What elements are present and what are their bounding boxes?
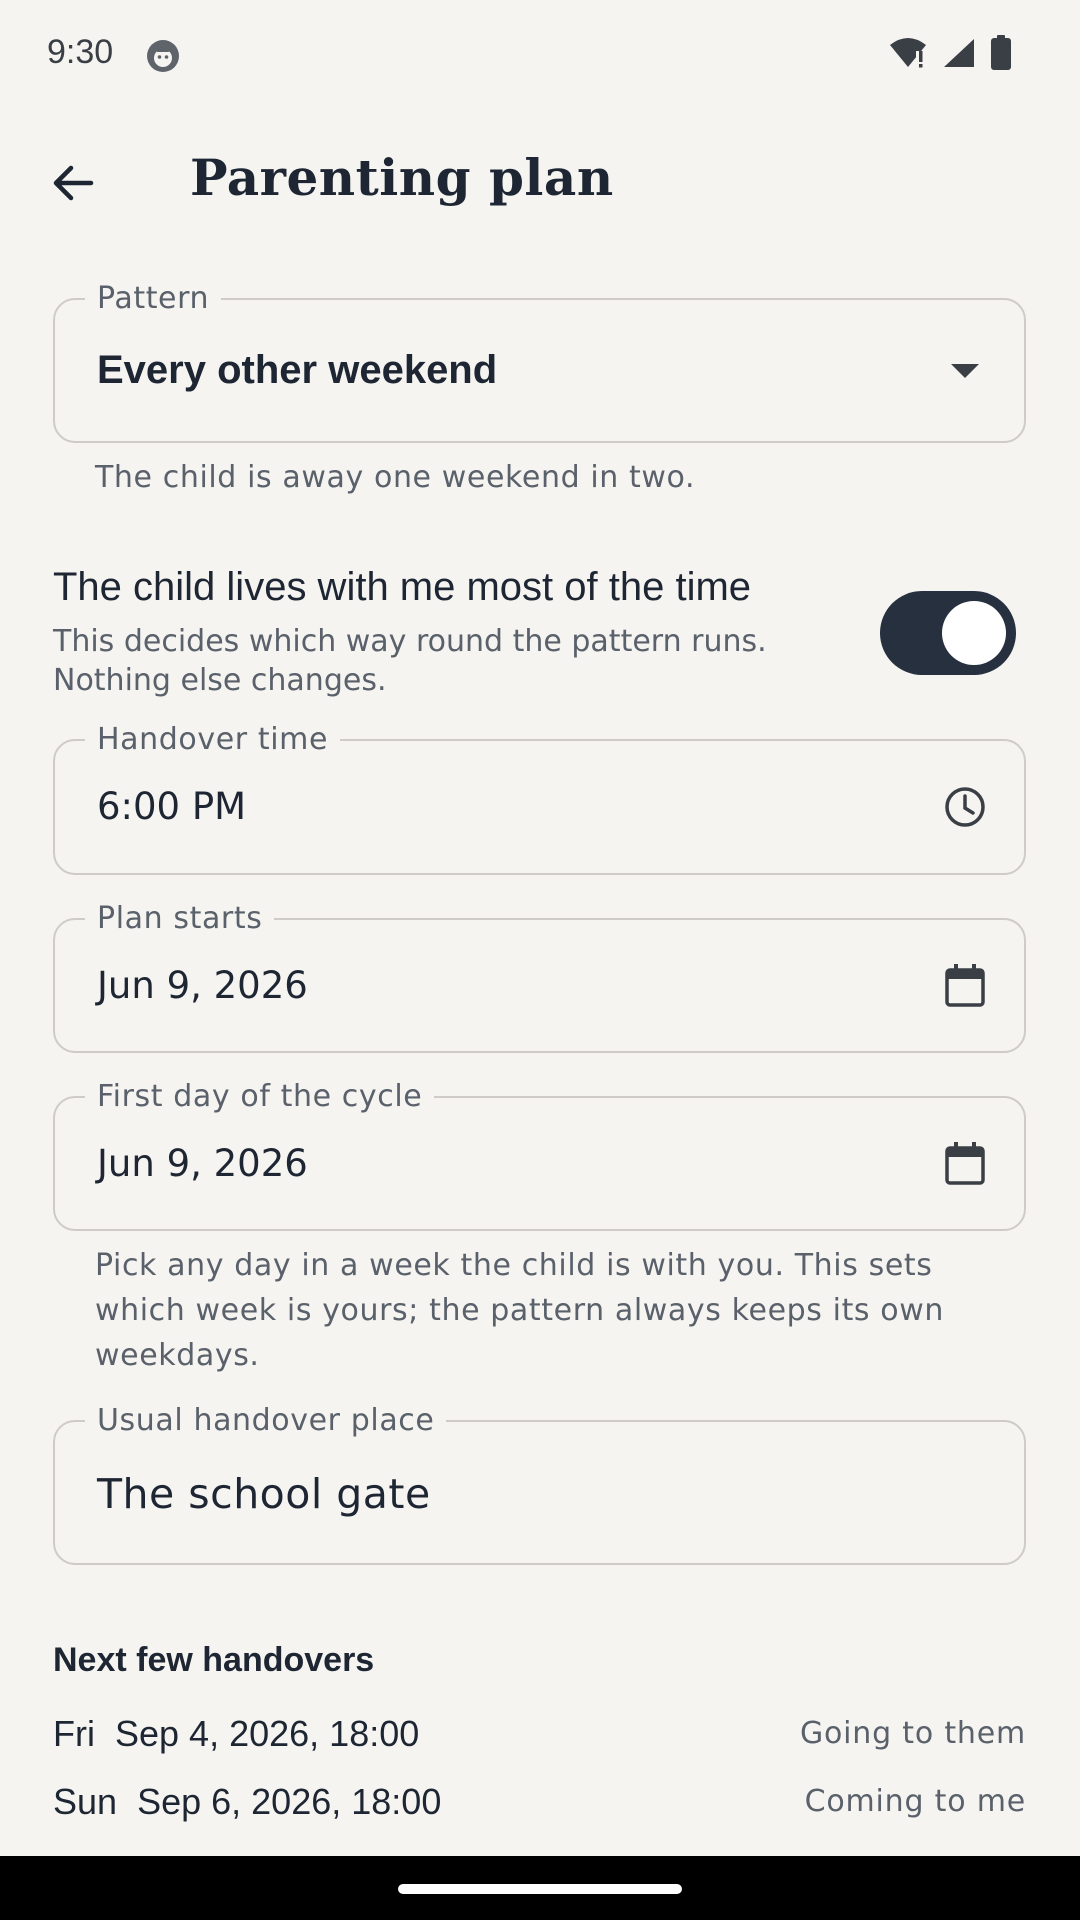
handover-datetime: Sep 6, 2026, 18:00 [137, 1781, 442, 1822]
handover-time-field[interactable]: Handover time 6:00 PM [53, 722, 1026, 875]
main-carer-setting: The child lives with me most of the time… [53, 565, 1026, 705]
cycle-start-field[interactable]: First day of the cycle Jun 9, 2026 [53, 1079, 1026, 1231]
pattern-dropdown[interactable]: Pattern Every other weekend [53, 281, 1026, 443]
dropdown-arrow-icon [940, 346, 990, 396]
back-button[interactable] [38, 150, 108, 220]
navigation-bar [0, 1856, 1080, 1920]
app-bar: Parenting plan [0, 130, 1080, 240]
handover-place-input[interactable]: Usual handover place The school gate [53, 1403, 1026, 1565]
handover-time-value: 6:00 PM [97, 785, 247, 828]
plan-starts-value: Jun 9, 2026 [97, 964, 308, 1007]
handover-direction: Going to them [799, 1716, 1026, 1751]
pattern-label: Pattern [85, 281, 222, 316]
cellular-signal-icon [942, 37, 976, 73]
home-handle[interactable] [398, 1884, 682, 1894]
cycle-start-value: Jun 9, 2026 [97, 1142, 308, 1185]
handover-day: Fri [53, 1713, 95, 1754]
handover-row: Sun Sep 6, 2026, 18:00 Coming to me [53, 1781, 1026, 1841]
handover-datetime: Sep 4, 2026, 18:00 [115, 1713, 420, 1754]
handover-row: Fri Sep 4, 2026, 18:00 Going to them [53, 1713, 1026, 1773]
pattern-value: Every other weekend [97, 348, 498, 392]
handover-time-label: Handover time [85, 722, 341, 757]
calendar-icon[interactable] [940, 961, 990, 1011]
handover-when: Fri Sep 4, 2026, 18:00 [53, 1713, 419, 1755]
main-carer-title: The child lives with me most of the time [53, 565, 752, 609]
battery-icon [990, 35, 1012, 75]
cycle-start-label: First day of the cycle [85, 1079, 435, 1114]
handover-direction: Coming to me [804, 1784, 1026, 1819]
status-icons [888, 35, 1012, 75]
app-notification-icon [146, 39, 180, 73]
handover-day: Sun [53, 1781, 118, 1822]
plan-starts-label: Plan starts [85, 901, 275, 936]
clock-icon[interactable] [940, 782, 990, 832]
switch-thumb [942, 601, 1006, 665]
handover-when: Sun Sep 6, 2026, 18:00 [53, 1781, 441, 1823]
status-bar: 9:30 [0, 0, 1080, 110]
main-carer-description: This decides which way round the pattern… [53, 624, 767, 698]
wifi-icon [888, 37, 928, 73]
pattern-helper-text: The child is away one weekend in two. [95, 460, 696, 495]
upcoming-handovers-title: Next few handovers [53, 1641, 375, 1679]
main-carer-switch[interactable] [880, 591, 1016, 675]
arrow-back-icon [49, 159, 97, 211]
handover-place-value: The school gate [97, 1470, 431, 1518]
calendar-icon[interactable] [940, 1139, 990, 1189]
cycle-start-helper-text: Pick any day in a week the child is with… [95, 1248, 945, 1373]
page-title: Parenting plan [190, 148, 614, 207]
handover-place-label: Usual handover place [85, 1403, 447, 1438]
plan-starts-field[interactable]: Plan starts Jun 9, 2026 [53, 901, 1026, 1053]
status-time: 9:30 [47, 33, 114, 71]
